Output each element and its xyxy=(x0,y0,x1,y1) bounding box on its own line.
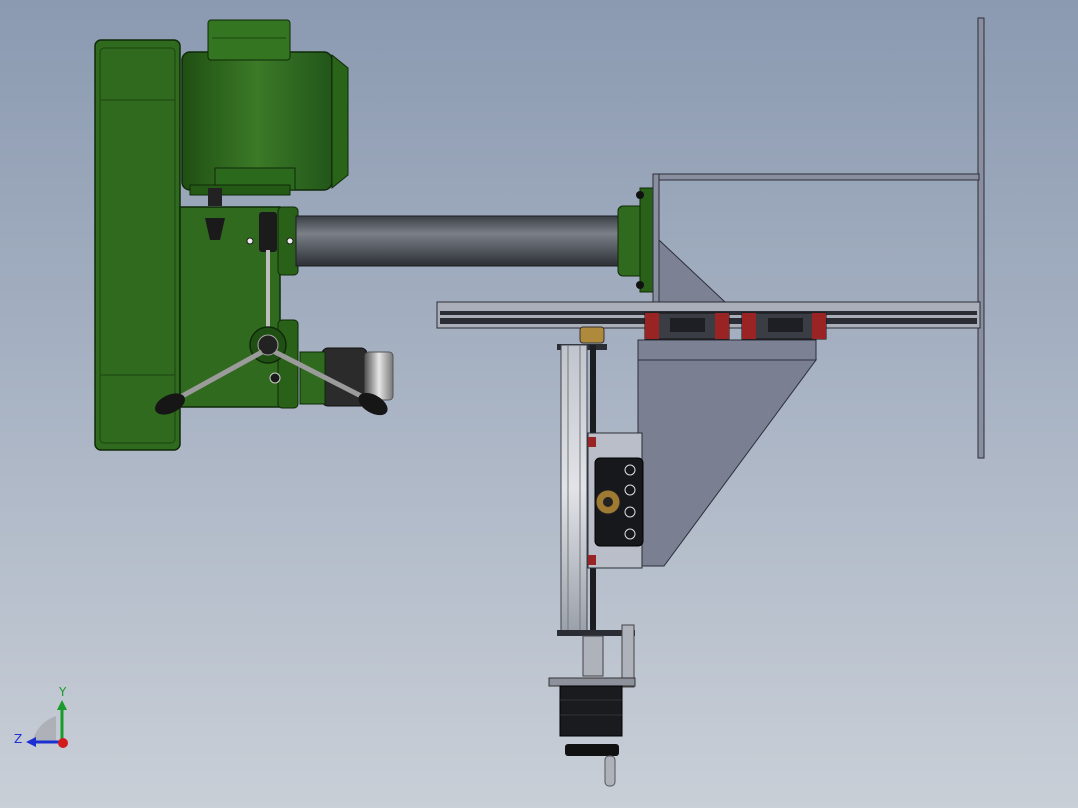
stepper-motor xyxy=(559,685,623,737)
assembly-drawing[interactable] xyxy=(0,0,1078,808)
linear-rail[interactable] xyxy=(436,301,981,340)
y-axis-arrow-icon xyxy=(57,700,67,710)
lower-bracket[interactable] xyxy=(637,339,817,567)
upper-gusset xyxy=(658,238,727,303)
vertical-axis[interactable] xyxy=(548,326,644,787)
orientation-triad: Y Z xyxy=(14,685,68,748)
rail-carriage-left[interactable] xyxy=(644,312,730,340)
motor-terminal-box xyxy=(207,19,291,61)
cad-viewport[interactable]: Y Z xyxy=(0,0,1078,808)
z-axis-label: Z xyxy=(14,732,22,746)
rail-carriage-right[interactable] xyxy=(741,312,827,340)
z-axis-arrow-icon xyxy=(26,737,36,747)
vertical-extrusion xyxy=(560,344,588,634)
vertical-plate xyxy=(977,17,985,459)
support-tube[interactable] xyxy=(295,187,657,293)
y-axis-label: Y xyxy=(58,685,67,699)
motor-end-cap xyxy=(331,53,349,190)
lower-gusset xyxy=(637,359,817,567)
handwheel-shaft xyxy=(604,755,616,787)
x-axis-dot-icon xyxy=(58,738,68,748)
belt-guard xyxy=(94,39,181,451)
